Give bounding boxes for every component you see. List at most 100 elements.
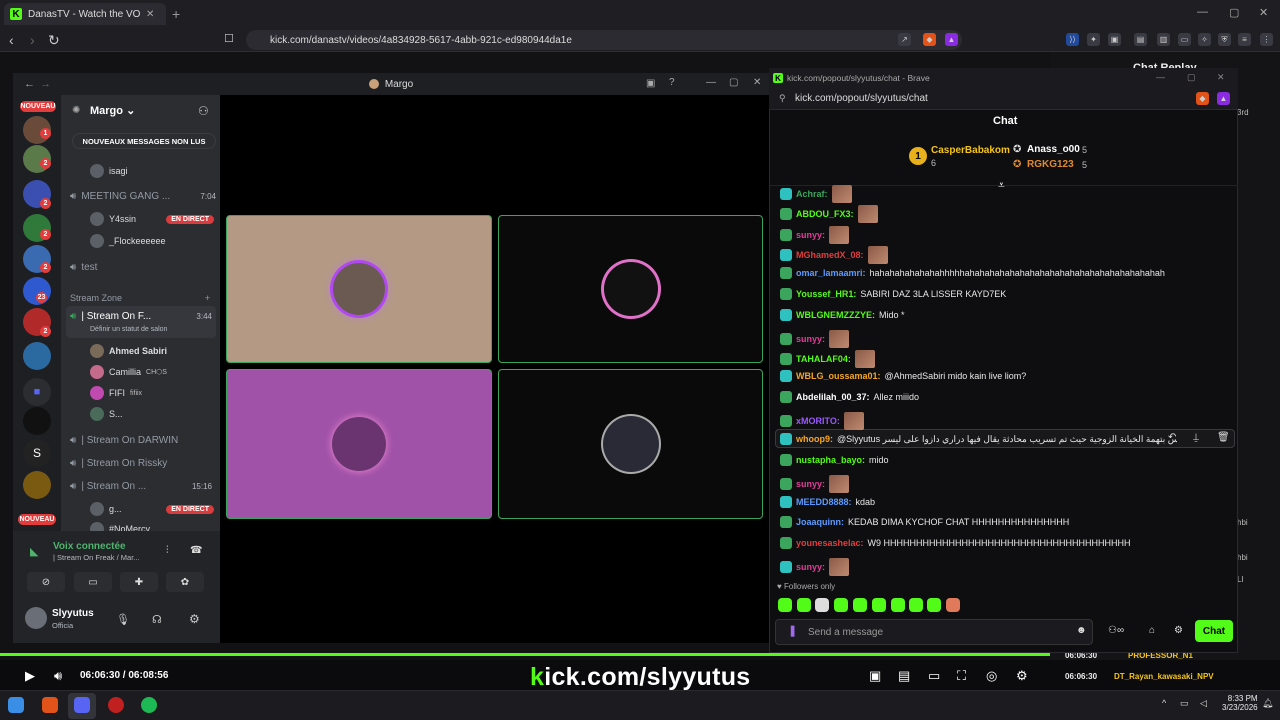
chat-username[interactable]: sunyy: bbox=[796, 230, 825, 240]
users-icon[interactable]: ⚇∞ bbox=[1108, 625, 1124, 636]
inbox-icon[interactable]: ▣ bbox=[646, 78, 655, 89]
back-icon[interactable]: ‹ bbox=[9, 32, 14, 48]
channel-status[interactable]: Définir un statut de salon bbox=[90, 326, 167, 333]
chat-message[interactable]: sunyy: bbox=[780, 558, 850, 576]
chat-username[interactable]: MGhamedX_08: bbox=[796, 250, 864, 260]
noise-suppression-icon[interactable]: ⫶ bbox=[166, 545, 169, 556]
delete-icon[interactable]: 🗑︎ bbox=[1217, 432, 1230, 443]
server-icon[interactable]: S bbox=[23, 439, 51, 467]
chat-message[interactable]: TAHALAF04: bbox=[780, 350, 875, 368]
voice-user[interactable]: isagi bbox=[90, 164, 128, 178]
more-icon[interactable]: ⋮ bbox=[1260, 33, 1273, 46]
chat-message[interactable]: Youssef_HR1: SABIRI DAZ 3LA LISSER KAYD7E… bbox=[780, 288, 1006, 300]
chat-message[interactable]: younesashelac: W9 HHHHHHHHHHHHHHHHHHHHHHH… bbox=[780, 537, 1131, 549]
brave-rewards-icon[interactable]: ▲ bbox=[945, 33, 958, 46]
bookmark-icon[interactable]: ☐ bbox=[224, 32, 234, 45]
category-stream-zone[interactable]: Stream Zone + bbox=[70, 293, 210, 303]
chat-username[interactable]: omar_lamaamri: bbox=[796, 268, 866, 278]
sidebar-icon[interactable]: ▥ bbox=[1157, 33, 1170, 46]
voice-channel-active[interactable]: 🔊︎ | Stream On F... 3:44 bbox=[70, 311, 212, 322]
extension-icon[interactable]: ▤ bbox=[1134, 33, 1147, 46]
windows-start-icon[interactable] bbox=[8, 697, 24, 713]
emote-button[interactable] bbox=[946, 598, 960, 612]
server-icon[interactable] bbox=[23, 407, 51, 435]
emote-button[interactable] bbox=[797, 598, 811, 612]
soundboard-button[interactable]: ✿ bbox=[166, 572, 204, 592]
emote-button[interactable] bbox=[815, 598, 829, 612]
chat-username[interactable]: xMORITO: bbox=[796, 416, 840, 426]
network-icon[interactable]: ▭ bbox=[1180, 698, 1189, 709]
theater-mode-icon[interactable]: ▣ bbox=[869, 668, 881, 684]
emote-button[interactable] bbox=[853, 598, 867, 612]
chat-username[interactable]: sunyy: bbox=[796, 479, 825, 489]
emote-button[interactable] bbox=[891, 598, 905, 612]
chat-message[interactable]: WBLGNEMZZZYE: Mido * bbox=[780, 309, 905, 321]
voice-channel[interactable]: 🔊︎ test bbox=[70, 262, 97, 273]
chat-username[interactable]: sunyy: bbox=[796, 562, 825, 572]
chat-username[interactable]: Abdelilah_00_37: bbox=[796, 392, 870, 402]
volume-icon[interactable]: 🔊︎ bbox=[54, 668, 62, 684]
leaderboard-name[interactable]: Anass_o00 bbox=[1027, 144, 1080, 155]
participant-tile[interactable] bbox=[226, 369, 492, 519]
minimize-icon[interactable]: — bbox=[706, 77, 716, 88]
close-icon[interactable]: ✕ bbox=[1217, 72, 1225, 83]
send-chat-button[interactable]: Chat bbox=[1195, 620, 1233, 642]
headphones-icon[interactable]: ☊ bbox=[152, 613, 162, 626]
brave-rewards-icon[interactable]: ▲ bbox=[1217, 92, 1230, 105]
help-icon[interactable]: ? bbox=[669, 77, 675, 88]
chat-username[interactable]: WBLGNEMZZZYE: bbox=[796, 310, 875, 320]
extension-icon[interactable]: ⟩⟩ bbox=[1066, 33, 1079, 46]
pin-icon[interactable]: ⍊ bbox=[1193, 432, 1199, 443]
microphone-icon[interactable]: 🎙︎ bbox=[116, 613, 130, 626]
new-tab-button[interactable]: + bbox=[172, 6, 180, 22]
fullscreen-icon[interactable]: ⛶ bbox=[957, 668, 966, 684]
pip-icon[interactable]: ▭ bbox=[928, 668, 940, 684]
add-channel-icon[interactable]: + bbox=[205, 293, 210, 303]
close-window-icon[interactable]: ✕ bbox=[1259, 6, 1268, 19]
mic-icon[interactable]: ❚ bbox=[788, 624, 797, 637]
avatar[interactable] bbox=[25, 607, 47, 629]
unread-messages-pill[interactable]: NOUVEAUX MESSAGES NON LUS bbox=[72, 133, 216, 149]
chat-message[interactable]: WBLG_oussama01: @AhmedSabiri mido kain li… bbox=[780, 370, 1026, 382]
chat-message[interactable]: MGhamedX_08: bbox=[780, 246, 888, 264]
browser-tab[interactable]: K DanasTV - Watch the VOD on Ki ✕ bbox=[4, 3, 166, 25]
voice-channel[interactable]: 🔊︎ | Stream On ... 15:16 bbox=[70, 481, 212, 492]
minimize-icon[interactable]: — bbox=[1156, 72, 1165, 82]
chat-username[interactable]: TAHALAF04: bbox=[796, 354, 851, 364]
server-icon[interactable] bbox=[23, 342, 51, 370]
add-friend-icon[interactable]: ⚇ bbox=[198, 104, 209, 118]
url-bar[interactable]: kick.com/danastv/videos/4a834928-5617-4a… bbox=[246, 30, 962, 50]
chat-message[interactable]: xMORITO: bbox=[780, 412, 864, 430]
server-name[interactable]: Margo ⌄ bbox=[90, 104, 135, 117]
chat-message[interactable]: omar_lamaamri: hahahahahahahahhhhhahahaha… bbox=[780, 267, 1165, 279]
chat-username[interactable]: nustapha_bayo: bbox=[796, 455, 865, 465]
tray-chevron-icon[interactable]: ^ bbox=[1162, 698, 1166, 708]
discord-app-icon[interactable] bbox=[74, 697, 90, 713]
voice-channel[interactable]: 🔊︎ MEETING GANG ... 7:04 bbox=[70, 191, 216, 202]
close-tab-icon[interactable]: ✕ bbox=[146, 9, 154, 20]
camera-off-button[interactable]: ⊘ bbox=[27, 572, 65, 592]
chat-message[interactable]: Abdelilah_00_37: Allez miiido bbox=[780, 391, 919, 403]
chat-username[interactable]: younesashelac: bbox=[796, 538, 864, 548]
voice-user[interactable]: Y4ssin EN DIRECT bbox=[90, 212, 214, 226]
emote-button[interactable] bbox=[834, 598, 848, 612]
voice-user[interactable]: Ahmed Sabiri bbox=[90, 344, 167, 358]
participant-tile[interactable] bbox=[226, 215, 492, 363]
chat-message[interactable]: MEEDD8888: kdab bbox=[780, 496, 875, 508]
expand-chevron-icon[interactable]: ⩡ bbox=[998, 178, 1005, 193]
chat-message[interactable]: nustapha_bayo: mido bbox=[780, 454, 889, 466]
chat-message[interactable]: ABDOU_FX3: bbox=[780, 205, 878, 223]
chat-username[interactable]: MEEDD8888: bbox=[796, 497, 852, 507]
chat-username[interactable]: Joaaquinn: bbox=[796, 517, 844, 527]
activities-button[interactable]: ✚ bbox=[120, 572, 158, 592]
chat-username[interactable]: Achraf: bbox=[796, 189, 828, 199]
leaderboard-name[interactable]: CasperBabakom bbox=[931, 145, 1010, 156]
voice-channel[interactable]: 🔊︎ | Stream On DARWIN bbox=[70, 435, 178, 446]
maximize-icon[interactable]: ▢ bbox=[729, 77, 738, 88]
chat-username[interactable]: WBLG_oussama01: bbox=[796, 371, 881, 381]
emoji-icon[interactable]: ☻ bbox=[1076, 625, 1087, 636]
system-clock[interactable]: 8:33 PM 3/23/2026 bbox=[1222, 694, 1258, 712]
voice-user[interactable]: _Flockeeeeee bbox=[90, 234, 166, 248]
maximize-icon[interactable]: ▢ bbox=[1229, 6, 1239, 19]
spotify-app-icon[interactable] bbox=[141, 697, 157, 713]
